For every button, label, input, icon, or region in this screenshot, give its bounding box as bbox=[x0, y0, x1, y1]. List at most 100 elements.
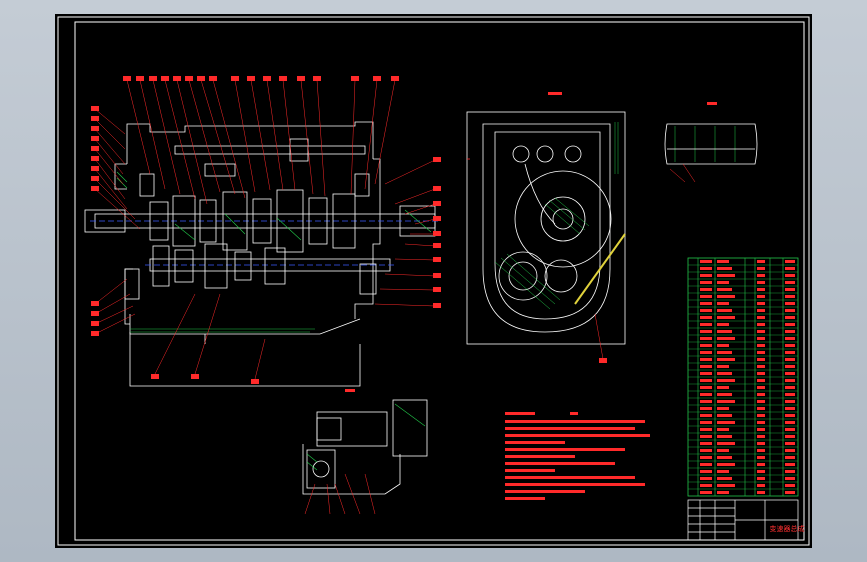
parts-cell-mark bbox=[717, 393, 732, 396]
parts-cell-mark bbox=[700, 414, 712, 417]
parts-cell-mark bbox=[717, 267, 732, 270]
parts-cell-mark bbox=[717, 463, 735, 466]
parts-cell-mark bbox=[717, 281, 729, 284]
parts-cell-mark bbox=[757, 414, 765, 417]
parts-cell-mark bbox=[757, 295, 765, 298]
side-section-view bbox=[466, 92, 626, 363]
parts-cell-mark bbox=[700, 442, 712, 445]
parts-cell-mark bbox=[717, 379, 735, 382]
main-section-view bbox=[84, 76, 441, 387]
parts-cell-mark bbox=[700, 386, 712, 389]
parts-cell-mark bbox=[700, 428, 712, 431]
parts-cell-mark bbox=[757, 337, 765, 340]
parts-cell-mark bbox=[785, 470, 795, 473]
parts-cell-mark bbox=[700, 267, 712, 270]
parts-cell-mark bbox=[785, 379, 795, 382]
parts-cell-mark bbox=[785, 344, 795, 347]
parts-cell-mark bbox=[757, 302, 765, 305]
parts-cell-mark bbox=[700, 400, 712, 403]
parts-cell-mark bbox=[700, 365, 712, 368]
parts-cell-mark bbox=[700, 407, 712, 410]
parts-cell-mark bbox=[717, 337, 735, 340]
parts-cell-mark bbox=[757, 316, 765, 319]
parts-cell-mark bbox=[757, 407, 765, 410]
parts-cell-mark bbox=[785, 428, 795, 431]
parts-cell-mark bbox=[700, 484, 712, 487]
parts-cell-mark bbox=[785, 456, 795, 459]
parts-cell-mark bbox=[785, 365, 795, 368]
parts-cell-mark bbox=[717, 477, 732, 480]
cad-viewport: 变速器总成 bbox=[0, 0, 867, 562]
parts-cell-mark bbox=[700, 337, 712, 340]
parts-cell-mark bbox=[757, 351, 765, 354]
parts-cell-mark bbox=[785, 400, 795, 403]
parts-cell-mark bbox=[785, 267, 795, 270]
parts-cell-mark bbox=[785, 477, 795, 480]
parts-cell-mark bbox=[700, 435, 712, 438]
parts-cell-mark bbox=[757, 477, 765, 480]
parts-cell-mark bbox=[757, 435, 765, 438]
parts-cell-mark bbox=[700, 344, 712, 347]
parts-cell-mark bbox=[757, 449, 765, 452]
parts-cell-mark bbox=[757, 288, 765, 291]
parts-cell-mark bbox=[757, 372, 765, 375]
parts-cell-mark bbox=[717, 351, 732, 354]
parts-cell-mark bbox=[717, 407, 729, 410]
parts-cell-mark bbox=[785, 421, 795, 424]
technical-notes bbox=[505, 412, 650, 500]
parts-cell-mark bbox=[700, 316, 712, 319]
bottom-partial-view bbox=[302, 389, 428, 515]
parts-cell-mark bbox=[757, 267, 765, 270]
parts-cell-mark bbox=[717, 372, 732, 375]
parts-cell-mark bbox=[700, 302, 712, 305]
parts-cell-mark bbox=[757, 274, 765, 277]
parts-cell-mark bbox=[785, 358, 795, 361]
parts-cell-mark bbox=[785, 274, 795, 277]
title-block bbox=[687, 499, 799, 541]
parts-cell-mark bbox=[785, 281, 795, 284]
parts-cell-mark bbox=[717, 323, 729, 326]
parts-cell-mark bbox=[785, 316, 795, 319]
parts-cell-mark bbox=[717, 414, 732, 417]
parts-cell-mark bbox=[700, 323, 712, 326]
parts-cell-mark bbox=[700, 358, 712, 361]
parts-cell-mark bbox=[757, 421, 765, 424]
parts-cell-mark bbox=[717, 428, 729, 431]
parts-cell-mark bbox=[717, 491, 729, 494]
parts-cell-mark bbox=[700, 456, 712, 459]
parts-cell-mark bbox=[717, 330, 732, 333]
parts-cell-mark bbox=[757, 358, 765, 361]
parts-cell-mark bbox=[757, 491, 765, 494]
parts-cell-mark bbox=[785, 414, 795, 417]
drawing-canvas[interactable] bbox=[55, 14, 812, 548]
parts-cell-mark bbox=[700, 379, 712, 382]
parts-list bbox=[687, 257, 799, 497]
parts-cell-mark bbox=[717, 421, 735, 424]
parts-cell-mark bbox=[700, 421, 712, 424]
parts-cell-mark bbox=[700, 288, 712, 291]
parts-cell-mark bbox=[717, 435, 732, 438]
parts-cell-mark bbox=[757, 281, 765, 284]
parts-cell-mark bbox=[700, 274, 712, 277]
parts-cell-mark bbox=[700, 351, 712, 354]
parts-cell-mark bbox=[785, 442, 795, 445]
parts-cell-mark bbox=[717, 400, 735, 403]
parts-cell-mark bbox=[717, 344, 729, 347]
parts-cell-mark bbox=[717, 302, 729, 305]
detail-view bbox=[664, 102, 758, 183]
parts-cell-mark bbox=[757, 463, 765, 466]
parts-cell-mark bbox=[785, 386, 795, 389]
parts-cell-mark bbox=[717, 449, 729, 452]
parts-cell-mark bbox=[785, 309, 795, 312]
parts-cell-mark bbox=[757, 260, 765, 263]
parts-cell-mark bbox=[717, 309, 732, 312]
parts-cell-mark bbox=[700, 477, 712, 480]
parts-cell-mark bbox=[717, 295, 735, 298]
parts-cell-mark bbox=[757, 365, 765, 368]
parts-cell-mark bbox=[757, 323, 765, 326]
parts-cell-mark bbox=[700, 260, 712, 263]
parts-cell-mark bbox=[757, 428, 765, 431]
parts-cell-mark bbox=[700, 309, 712, 312]
parts-cell-mark bbox=[717, 442, 735, 445]
parts-cell-mark bbox=[717, 316, 735, 319]
